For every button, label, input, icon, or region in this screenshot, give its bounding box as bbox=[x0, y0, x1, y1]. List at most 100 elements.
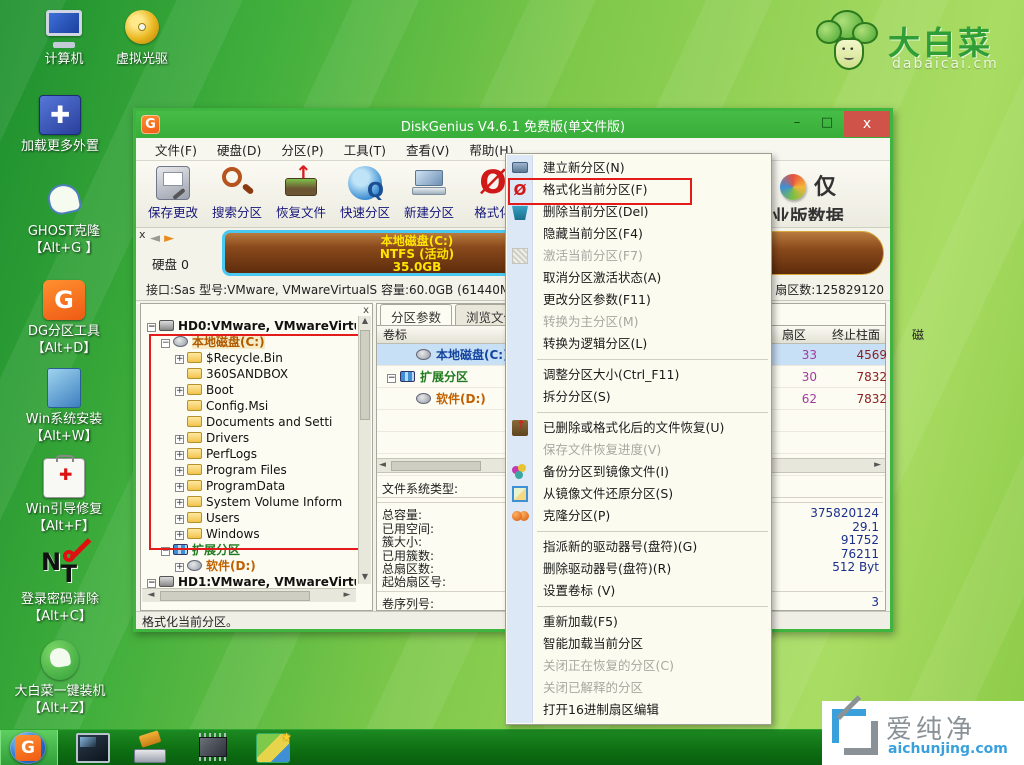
clone-icon bbox=[512, 508, 528, 524]
context-menu-item[interactable]: 删除驱动器号(盘符)(R) bbox=[507, 558, 770, 580]
desktop-icon-dbc-install[interactable]: 大白菜一键装机 【Alt+Z】 bbox=[10, 640, 110, 717]
context-menu-item[interactable]: 重新加载(F5) bbox=[507, 611, 770, 633]
display-tool-icon[interactable] bbox=[76, 733, 110, 763]
tree-horizontal-scrollbar[interactable]: ◄► bbox=[142, 588, 356, 602]
field-label: 文件系统类型: bbox=[382, 480, 458, 497]
minimize-button[interactable]: – bbox=[782, 111, 812, 137]
toolbar-button-label: 恢复文件 bbox=[270, 202, 332, 221]
desktop-icon-virtual-cd[interactable]: 虚拟光驱 bbox=[92, 8, 192, 68]
context-menu-item[interactable]: 隐藏当前分区(F4) bbox=[507, 223, 770, 245]
part-icon bbox=[187, 560, 202, 571]
toolbar-button-quick[interactable]: Q快速分区 bbox=[334, 166, 396, 224]
format-icon: Ø bbox=[512, 182, 528, 198]
menu-separator bbox=[537, 412, 768, 413]
tree-vertical-scrollbar[interactable]: ▲▼ bbox=[358, 316, 371, 584]
toolbar-button-new[interactable]: 新建分区 bbox=[398, 166, 460, 224]
strip-close-icon[interactable]: x bbox=[139, 228, 146, 241]
maximize-button[interactable]: □ bbox=[812, 111, 842, 137]
context-menu-item[interactable]: 指派新的驱动器号(盘符)(G) bbox=[507, 536, 770, 558]
context-menu-item-label: 关闭已解释的分区 bbox=[543, 680, 643, 695]
key-icon: NT bbox=[39, 548, 81, 588]
menubar-item[interactable]: 硬盘(D) bbox=[208, 138, 270, 161]
toolbar-button-save[interactable]: 保存更改 bbox=[142, 166, 204, 224]
context-menu-item[interactable]: 智能加载当前分区 bbox=[507, 633, 770, 655]
menubar-item[interactable]: 分区(P) bbox=[272, 138, 332, 161]
backup-icon bbox=[512, 464, 528, 480]
context-menu-item-label: 转换为主分区(M) bbox=[543, 314, 639, 329]
desktop-icon-ghost-clone[interactable]: GHOST克隆 【Alt+G 】 bbox=[14, 180, 114, 257]
toolbar-button-recover[interactable]: ↑恢复文件 bbox=[270, 166, 332, 224]
context-menu-item[interactable]: 设置卷标 (V) bbox=[507, 580, 770, 602]
context-menu-item[interactable]: 打开16进制扇区编辑 bbox=[507, 699, 770, 721]
context-menu-item: 关闭已解释的分区 bbox=[507, 677, 770, 699]
tree-item[interactable]: +Program Files bbox=[143, 462, 356, 478]
map-tool-icon[interactable]: ★ bbox=[256, 733, 290, 763]
brand-domain: dabaicai.cm bbox=[892, 56, 999, 72]
prev-disk-arrow[interactable]: ◄ bbox=[150, 231, 160, 246]
context-menu-item[interactable]: 转换为逻辑分区(L) bbox=[507, 333, 770, 355]
context-menu-item-label: 删除驱动器号(盘符)(R) bbox=[543, 561, 671, 576]
field-value: 91752 bbox=[841, 533, 879, 547]
context-menu-item-label: 打开16进制扇区编辑 bbox=[543, 702, 659, 717]
tree-item[interactable]: +Boot bbox=[143, 382, 356, 398]
folder-icon bbox=[187, 368, 202, 379]
next-disk-arrow[interactable]: ► bbox=[164, 231, 174, 246]
toolbar-button-search[interactable]: 搜索分区 bbox=[206, 166, 268, 224]
tree-item[interactable]: +Drivers bbox=[143, 430, 356, 446]
title-bar[interactable]: G DiskGenius V4.6.1 免费版(单文件版) – □ x bbox=[136, 111, 890, 138]
cabbage-mascot-icon: • • bbox=[816, 10, 882, 74]
tree-item[interactable]: 360SANDBOX bbox=[143, 366, 356, 382]
tree-item[interactable]: +System Volume Inform bbox=[143, 494, 356, 510]
ext-icon bbox=[173, 544, 188, 555]
context-menu-item[interactable]: 取消分区激活状态(A) bbox=[507, 267, 770, 289]
tree-item[interactable]: +软件(D:) bbox=[143, 558, 356, 574]
context-menu-item[interactable]: 删除当前分区(Del) bbox=[507, 201, 770, 223]
volume-row-label: 软件(D:) bbox=[436, 392, 486, 406]
context-menu-item: 保存文件恢复进度(V) bbox=[507, 439, 770, 461]
desktop-icon-dg-tool[interactable]: GDG分区工具 【Alt+D】 bbox=[14, 280, 114, 357]
context-menu-item[interactable]: 更改分区参数(F11) bbox=[507, 289, 770, 311]
end-cylinder-value: 4569 bbox=[822, 344, 887, 366]
disk-cleaner-icon[interactable] bbox=[134, 733, 168, 763]
memory-tool-icon[interactable] bbox=[197, 733, 231, 763]
desktop-icon-pwd-clear[interactable]: NT登录密码清除 【Alt+C】 bbox=[10, 548, 110, 625]
context-menu-item-label: 从镜像文件还原分区(S) bbox=[543, 486, 673, 501]
menubar-item[interactable]: 文件(F) bbox=[146, 138, 206, 161]
context-menu-item[interactable]: 调整分区大小(Ctrl_F11) bbox=[507, 364, 770, 386]
field-value: 512 Byt bbox=[832, 560, 879, 574]
context-menu-item[interactable]: 克隆分区(P) bbox=[507, 505, 770, 527]
partition-bar-d[interactable] bbox=[768, 231, 884, 275]
desktop-icon-win-repair[interactable]: ✚Win引导修复 【Alt+F】 bbox=[14, 458, 114, 535]
menubar-item[interactable]: 工具(T) bbox=[335, 138, 395, 161]
tree-item[interactable]: +Windows bbox=[143, 526, 356, 542]
tree-item[interactable]: −本地磁盘(C:) bbox=[143, 334, 356, 350]
context-menu-item-label: 更改分区参数(F11) bbox=[543, 292, 651, 307]
context-menu-item[interactable]: 已删除或格式化后的文件恢复(U) bbox=[507, 417, 770, 439]
desktop-icon-win-install[interactable]: Win系统安装 【Alt+W】 bbox=[14, 368, 114, 445]
context-menu-item-label: 保存文件恢复进度(V) bbox=[543, 442, 661, 457]
close-button[interactable]: x bbox=[844, 111, 890, 137]
tree-close-icon[interactable]: x bbox=[363, 305, 369, 316]
tree-item[interactable]: +PerfLogs bbox=[143, 446, 356, 462]
dbc-icon bbox=[41, 640, 79, 680]
context-menu-item[interactable]: 拆分分区(S) bbox=[507, 386, 770, 408]
disk-info-left: 接口:Sas 型号:VMware, VMwareVirtualS 容量:60.0… bbox=[146, 283, 523, 297]
folder-icon bbox=[187, 432, 202, 443]
restore-icon bbox=[512, 486, 528, 502]
disc-icon bbox=[121, 8, 163, 48]
tree-item-label: System Volume Inform bbox=[206, 495, 342, 509]
tree-item[interactable]: −HD0:VMware, VMwareVirtu bbox=[143, 318, 356, 334]
tree-item[interactable]: Documents and Setti bbox=[143, 414, 356, 430]
context-menu-item[interactable]: 备份分区到镜像文件(I) bbox=[507, 461, 770, 483]
desktop-icon-load-more[interactable]: ✚加载更多外置 bbox=[10, 95, 110, 155]
tree-item[interactable]: −扩展分区 bbox=[143, 542, 356, 558]
taskbar-diskgenius-active[interactable]: G bbox=[0, 730, 58, 765]
tree-item[interactable]: +$Recycle.Bin bbox=[143, 350, 356, 366]
menubar-item[interactable]: 查看(V) bbox=[397, 138, 458, 161]
context-menu-item[interactable]: Ø格式化当前分区(F) bbox=[507, 179, 770, 201]
tree-item[interactable]: +ProgramData bbox=[143, 478, 356, 494]
context-menu-item[interactable]: 建立新分区(N) bbox=[507, 157, 770, 179]
context-menu-item[interactable]: 从镜像文件还原分区(S) bbox=[507, 483, 770, 505]
tree-item[interactable]: Config.Msi bbox=[143, 398, 356, 414]
tree-item[interactable]: +Users bbox=[143, 510, 356, 526]
